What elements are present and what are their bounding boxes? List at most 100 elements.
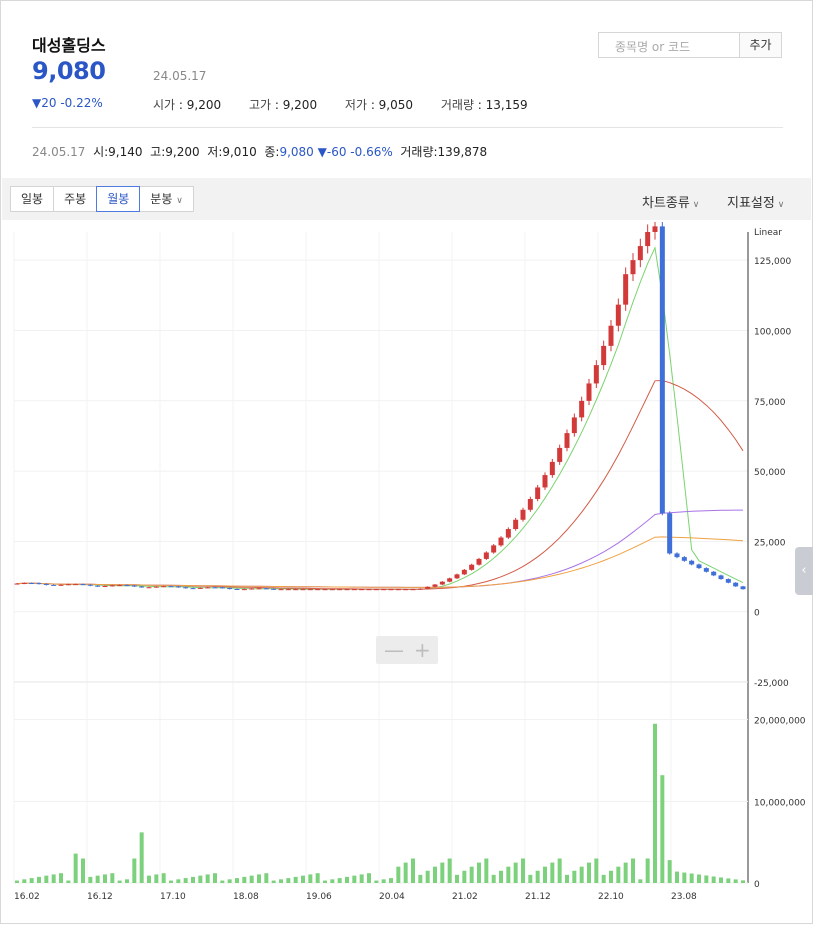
volume-bar: [51, 874, 56, 883]
volume-bar: [374, 880, 379, 883]
x-tick-label: 20.04: [379, 892, 405, 902]
ma20-line: [16, 379, 744, 590]
zoom-control: — +: [376, 636, 438, 664]
volume-bar: [455, 874, 459, 883]
volume-bar: [139, 832, 144, 883]
volume-bar: [88, 876, 93, 883]
volume-tick-label: 0: [754, 880, 760, 890]
volume-bar: [191, 876, 195, 883]
volume-bar: [513, 862, 518, 883]
volume-bar: [95, 875, 100, 883]
candle-body: [80, 584, 86, 586]
x-tick-label: 17.10: [160, 892, 186, 902]
volume-bar: [352, 875, 357, 883]
candle-body: [637, 246, 643, 261]
candle-body: [146, 587, 152, 589]
volume-bar: [616, 866, 621, 883]
candle-body: [329, 589, 335, 591]
volume-bar: [741, 880, 745, 883]
volume-bar: [183, 878, 188, 883]
price-tick-label: 75,000: [754, 398, 786, 408]
daily-close-label: 종: [264, 145, 276, 159]
volume-bar: [44, 875, 49, 883]
volume-bar: [572, 870, 577, 883]
candle-body: [505, 529, 511, 538]
candle-body: [219, 587, 225, 589]
candle-body: [95, 585, 101, 587]
volume-bar: [161, 873, 166, 883]
candle-body: [373, 589, 379, 591]
candle-body: [520, 509, 526, 520]
volume-bar: [169, 880, 173, 883]
candle-body: [593, 365, 599, 384]
candle-body: [388, 589, 394, 591]
collapse-panel-icon[interactable]: ‹: [795, 547, 813, 595]
tab-monthly[interactable]: 월봉: [96, 186, 141, 212]
volume-bar: [469, 866, 474, 883]
candle-body: [623, 274, 629, 305]
candle-body: [190, 588, 196, 590]
daily-volume-label: 거래량: [400, 145, 434, 159]
x-tick-label: 18.08: [233, 892, 259, 902]
search-input[interactable]: 종목명 or 코드: [598, 32, 740, 58]
stock-chart[interactable]: 125,000 100,000 75,000 50,000 25,000 0 -25,000…: [0, 222, 816, 926]
volume-bar: [286, 878, 291, 883]
candle-body: [58, 584, 64, 586]
volume-bar: [594, 858, 599, 883]
candle-body: [168, 586, 174, 588]
candle-body: [366, 589, 372, 591]
candle-body: [241, 589, 247, 591]
volume-bar: [293, 876, 298, 883]
candle-body: [498, 537, 504, 546]
volume-bar: [117, 880, 122, 883]
indicator-settings-menu[interactable]: 지표설정 ∨: [727, 192, 784, 211]
volume-bar: [733, 879, 738, 883]
candle-body: [337, 589, 343, 591]
tab-daily[interactable]: 일봉: [10, 186, 55, 212]
zoom-out-icon[interactable]: —: [384, 638, 404, 662]
daily-volume: 139,878: [437, 145, 488, 159]
candle-body: [43, 583, 49, 585]
volume-bar: [697, 874, 701, 883]
candle-body: [300, 589, 306, 591]
candle-body: [175, 586, 181, 588]
period-tabs: 일봉 주봉 월봉 분봉 ∨: [10, 186, 194, 212]
volume-bar: [411, 858, 415, 883]
candle-body: [608, 325, 614, 346]
high-label: 고가: [248, 98, 272, 112]
volume-bar: [242, 876, 247, 883]
candle-body: [615, 304, 621, 326]
stock-name: 대성홀딩스: [32, 36, 106, 55]
volume-bar: [330, 879, 335, 883]
volume-bar: [638, 879, 643, 883]
zoom-in-icon[interactable]: +: [414, 638, 431, 662]
quote-ohlc: 시가 : 9,200 고가 : 9,200 저가 : 9,050 거래량 : 1…: [153, 98, 528, 112]
volume-bar: [726, 878, 731, 883]
volume-bar: [535, 870, 540, 883]
candle-body: [513, 519, 519, 530]
volume-bar: [22, 879, 27, 883]
candle-body: [432, 584, 438, 587]
candle-body: [469, 564, 475, 570]
candle-body: [740, 586, 746, 590]
candle-body: [234, 589, 240, 591]
daily-date: 24.05.17: [32, 145, 86, 159]
candle-body: [667, 513, 673, 554]
volume-bar: [235, 878, 239, 883]
open-label: 시가: [153, 98, 176, 112]
tab-minute[interactable]: 분봉 ∨: [139, 186, 194, 212]
candle-body: [557, 447, 563, 462]
volume-bar: [660, 775, 665, 883]
volume-bar: [682, 872, 687, 883]
volume-bar: [315, 873, 320, 883]
candle-body: [14, 583, 20, 585]
volume-bar: [59, 873, 63, 883]
add-button[interactable]: 추가: [740, 32, 782, 58]
x-tick-label: 16.12: [87, 892, 113, 902]
chart-type-menu[interactable]: 차트종류 ∨: [642, 192, 699, 211]
candle-body: [73, 584, 79, 586]
volume-bar: [623, 862, 628, 883]
candle-body: [36, 583, 42, 585]
price-tick-label: 50,000: [754, 468, 786, 478]
tab-weekly[interactable]: 주봉: [53, 186, 98, 212]
